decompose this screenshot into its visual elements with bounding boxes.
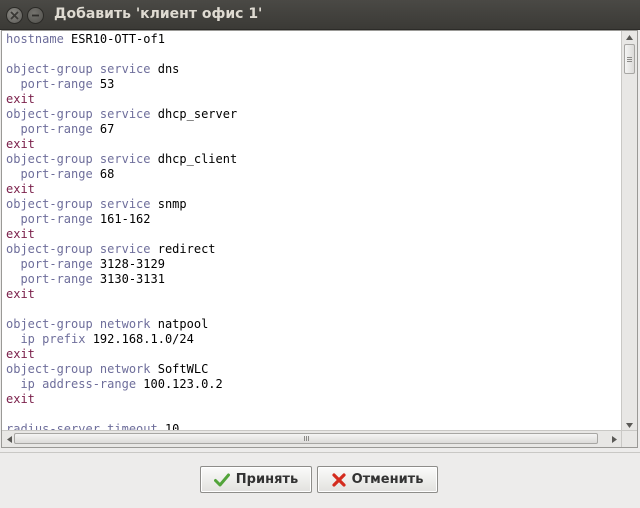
config-line: object-group network natpool [6,317,622,332]
config-line [6,47,622,62]
config-value: redirect [150,242,216,256]
config-value: snmp [150,197,187,211]
config-keyword: port-range [6,212,93,226]
window-title: Добавить 'клиент офис 1' [54,6,263,22]
config-value: 161-162 [92,212,151,226]
config-line [6,302,622,317]
config-exit: exit [6,392,35,406]
cancel-button-label: Отменить [351,472,424,487]
config-value: 10 [157,422,180,430]
config-keyword: radius-server timeout [6,422,158,430]
vertical-scroll-thumb[interactable] [624,44,635,74]
config-keyword: object-group service [6,242,151,256]
config-line: port-range 3130-3131 [6,272,622,287]
config-value: SoftWLC [150,362,209,376]
config-line: ip address-range 100.123.0.2 [6,377,622,392]
config-value: 53 [92,77,115,91]
accept-button[interactable]: Принять [200,466,312,493]
config-keyword: port-range [6,77,93,91]
config-keyword: port-range [6,122,93,136]
config-keyword: ip prefix [6,332,86,346]
config-line: object-group service redirect [6,242,622,257]
config-value: 100.123.0.2 [136,377,223,391]
config-exit: exit [6,92,35,106]
config-line [6,407,622,422]
config-line: object-group service dhcp_client [6,152,622,167]
config-line: exit [6,392,622,407]
config-exit: exit [6,182,35,196]
config-value: 67 [92,122,115,136]
config-exit: exit [6,287,35,301]
horizontal-scrollbar[interactable] [2,430,622,447]
config-line: exit [6,287,622,302]
close-icon[interactable] [6,7,23,24]
config-keyword: object-group network [6,317,151,331]
config-value: dhcp_server [150,107,238,121]
accept-button-label: Принять [235,472,299,487]
config-text-area[interactable]: hostname ESR10-OTT-of1 object-group serv… [6,32,622,430]
config-line: port-range 53 [6,77,622,92]
minimize-icon[interactable] [27,7,44,24]
config-line: port-range 3128-3129 [6,257,622,272]
horizontal-scroll-thumb[interactable] [14,433,598,444]
config-value: 3130-3131 [92,272,165,286]
config-keyword: object-group service [6,197,151,211]
config-keyword: object-group service [6,62,151,76]
config-exit: exit [6,137,35,151]
config-line: port-range 67 [6,122,622,137]
config-line: exit [6,227,622,242]
config-value: 3128-3129 [92,257,165,271]
config-keyword: port-range [6,272,93,286]
config-line: exit [6,137,622,152]
config-value: 68 [92,167,115,181]
config-exit: exit [6,347,35,361]
config-editor[interactable]: hostname ESR10-OTT-of1 object-group serv… [1,30,638,448]
config-line: object-group service snmp [6,197,622,212]
scroll-up-icon[interactable] [622,31,637,43]
red-x-icon [331,472,346,487]
separator [0,452,640,453]
scroll-right-icon[interactable] [607,433,622,445]
cancel-button[interactable]: Отменить [317,466,438,493]
config-value: natpool [150,317,209,331]
config-line: ip prefix 192.168.1.0/24 [6,332,622,347]
config-exit: exit [6,227,35,241]
config-keyword: object-group network [6,362,151,376]
checkmark-icon [213,473,230,487]
config-line: exit [6,92,622,107]
config-value: 192.168.1.0/24 [85,332,194,346]
scrollbar-corner [621,430,637,447]
config-keyword: object-group service [6,152,151,166]
config-value: ESR10-OTT-of1 [63,32,165,46]
config-keyword: port-range [6,167,93,181]
config-line: hostname ESR10-OTT-of1 [6,32,622,47]
config-line: port-range 161-162 [6,212,622,227]
config-line: exit [6,182,622,197]
title-bar[interactable]: Добавить 'клиент офис 1' [0,0,640,30]
config-line: exit [6,347,622,362]
config-value: dhcp_client [150,152,238,166]
config-line: object-group service dhcp_server [6,107,622,122]
config-line: object-group service dns [6,62,622,77]
config-value: dns [150,62,180,76]
config-line: radius-server timeout 10 [6,422,622,430]
config-keyword: ip address-range [6,377,137,391]
vertical-scrollbar[interactable] [621,31,637,431]
config-keyword: port-range [6,257,93,271]
config-keyword: hostname [6,32,64,46]
config-line: object-group network SoftWLC [6,362,622,377]
config-keyword: object-group service [6,107,151,121]
config-line: port-range 68 [6,167,622,182]
